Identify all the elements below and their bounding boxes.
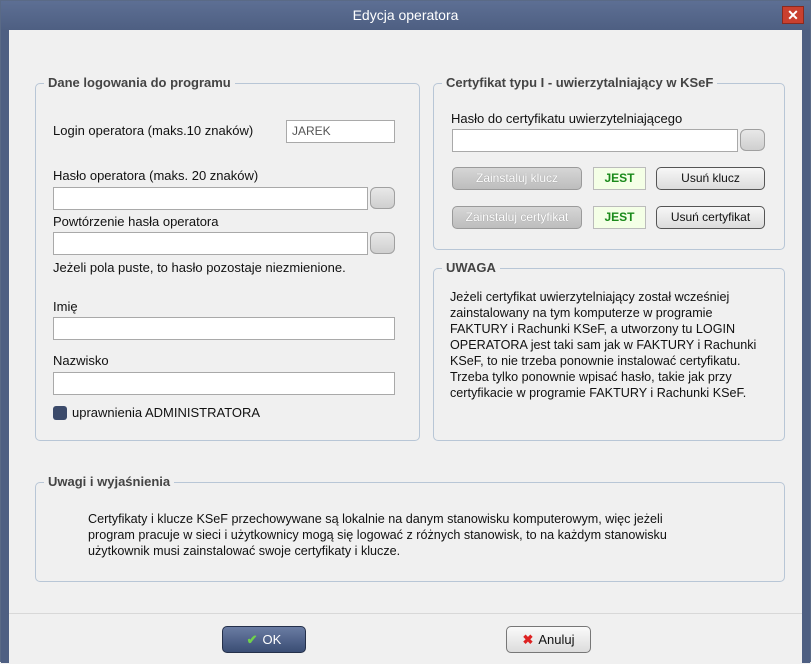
notes-group: Uwagi i wyjaśnienia Certyfikaty i klucze… xyxy=(35,474,785,582)
dialog-body: Dane logowania do programu Login operato… xyxy=(9,30,802,664)
window-title: Edycja operatora xyxy=(352,7,459,23)
warning-line: certyfikacie w programie FAKTURY i Rachu… xyxy=(450,386,747,400)
notes-line: Certyfikaty i klucze KSeF przechowywane … xyxy=(88,512,663,526)
warning-text: Jeżeli certyfikat uwierzytelniający zost… xyxy=(450,289,756,401)
ok-label: OK xyxy=(262,632,282,647)
right-border xyxy=(802,30,810,663)
cert-password-field[interactable] xyxy=(452,129,738,152)
warning-line: zainstalowany na tym komputerze w progra… xyxy=(450,306,713,320)
remove-certificate-button[interactable]: Usuń certyfikat xyxy=(656,206,765,229)
login-group-legend: Dane logowania do programu xyxy=(44,75,235,90)
cert-password-label: Hasło do certyfikatu uwierzytelniającego xyxy=(451,111,683,126)
notes-group-legend: Uwagi i wyjaśnienia xyxy=(44,474,175,489)
cancel-button[interactable]: ✖ Anuluj xyxy=(506,626,591,653)
warning-line: KSeF, to nie trzeba ponownie instalować … xyxy=(450,354,741,368)
warning-line: OPERATORA jest taki sam jak w FAKTURY i … xyxy=(450,338,757,352)
close-icon: ✕ xyxy=(787,7,799,23)
show-repeat-password-button[interactable] xyxy=(370,232,395,254)
cancel-label: Anuluj xyxy=(538,632,575,647)
notes-text: Certyfikaty i klucze KSeF przechowywane … xyxy=(88,511,667,559)
notes-line: użytkownik musi zainstalować swoje certy… xyxy=(88,544,401,558)
repeat-password-label: Powtórzenie hasła operatora xyxy=(53,214,219,229)
warning-group: UWAGA Jeżeli certyfikat uwierzytelniając… xyxy=(433,260,785,441)
password-label: Hasło operatora (maks. 20 znaków) xyxy=(53,168,259,183)
admin-checkbox-label[interactable]: uprawnienia ADMINISTRATORA xyxy=(72,405,260,420)
x-icon: ✖ xyxy=(522,632,534,647)
login-group: Dane logowania do programu Login operato… xyxy=(35,75,420,441)
last-name-label: Nazwisko xyxy=(53,353,109,368)
certificate-status-badge: JEST xyxy=(593,206,646,229)
remove-key-button[interactable]: Usuń klucz xyxy=(656,167,765,190)
last-name-field[interactable] xyxy=(53,372,395,395)
install-certificate-button[interactable]: Zainstaluj certyfikat xyxy=(452,206,582,229)
notes-line: program pracuje w sieci i użytkownicy mo… xyxy=(88,528,667,542)
left-border xyxy=(1,30,9,663)
install-key-button[interactable]: Zainstaluj klucz xyxy=(452,167,582,190)
certificate-group-legend: Certyfikat typu I - uwierzytalniający w … xyxy=(442,75,718,90)
first-name-label: Imię xyxy=(53,299,78,314)
login-field[interactable]: JAREK xyxy=(286,120,395,143)
repeat-password-field[interactable] xyxy=(53,232,368,255)
button-bar: ✔ OK ✖ Anuluj xyxy=(9,613,802,664)
warning-line: FAKTURY i Rachunki KSeF, a utworzony tu … xyxy=(450,322,736,336)
ok-button[interactable]: ✔ OK xyxy=(222,626,306,653)
warning-group-legend: UWAGA xyxy=(442,260,500,275)
first-name-field[interactable] xyxy=(53,317,395,340)
dialog-window: Edycja operatora ✕ Dane logowania do pro… xyxy=(0,0,811,664)
warning-line: Trzeba tylko ponownie wpisać hasło, taki… xyxy=(450,370,732,384)
password-field[interactable] xyxy=(53,187,368,210)
certificate-group: Certyfikat typu I - uwierzytalniający w … xyxy=(433,75,785,250)
warning-line: Jeżeli certyfikat uwierzytelniający zost… xyxy=(450,290,730,304)
show-cert-password-button[interactable] xyxy=(740,129,765,151)
login-label: Login operatora (maks.10 znaków) xyxy=(53,123,254,138)
empty-password-note: Jeżeli pola puste, to hasło pozostaje ni… xyxy=(53,260,346,275)
check-icon: ✔ xyxy=(246,632,258,647)
close-button[interactable]: ✕ xyxy=(782,6,804,24)
admin-checkbox[interactable] xyxy=(53,406,67,420)
title-bar[interactable]: Edycja operatora ✕ xyxy=(1,1,810,30)
key-status-badge: JEST xyxy=(593,167,646,190)
show-password-button[interactable] xyxy=(370,187,395,209)
